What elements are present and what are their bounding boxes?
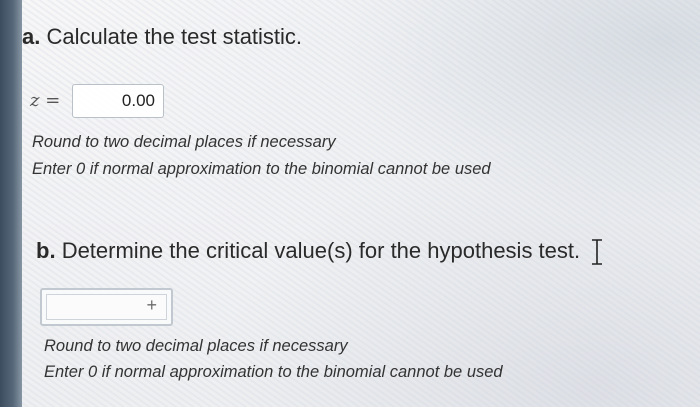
text-cursor-icon (592, 239, 602, 265)
part-b-heading-text: Determine the critical value(s) for the … (61, 238, 581, 263)
critical-value-input[interactable]: + (40, 288, 173, 326)
z-statistic-input[interactable]: 0.00 (72, 84, 164, 118)
part-a-normal-approx-hint: Enter 0 if normal approximation to the b… (32, 160, 491, 178)
window-left-edge (0, 0, 22, 407)
part-b-round-hint: Round to two decimal places if necessary (44, 337, 348, 355)
part-b-letter: b. (36, 238, 56, 263)
part-a-heading-text: Calculate the test statistic. (46, 24, 303, 49)
part-a-heading: a. Calculate the test statistic. (22, 24, 302, 50)
part-a-round-hint: Round to two decimal places if necessary (32, 133, 336, 151)
plus-icon[interactable]: + (146, 295, 157, 315)
part-b-normal-approx-hint: Enter 0 if normal approximation to the b… (44, 363, 503, 381)
z-statistic-label: z = (30, 90, 61, 111)
part-b-heading: b. Determine the critical value(s) for t… (36, 238, 580, 264)
part-a-letter: a. (22, 24, 41, 49)
